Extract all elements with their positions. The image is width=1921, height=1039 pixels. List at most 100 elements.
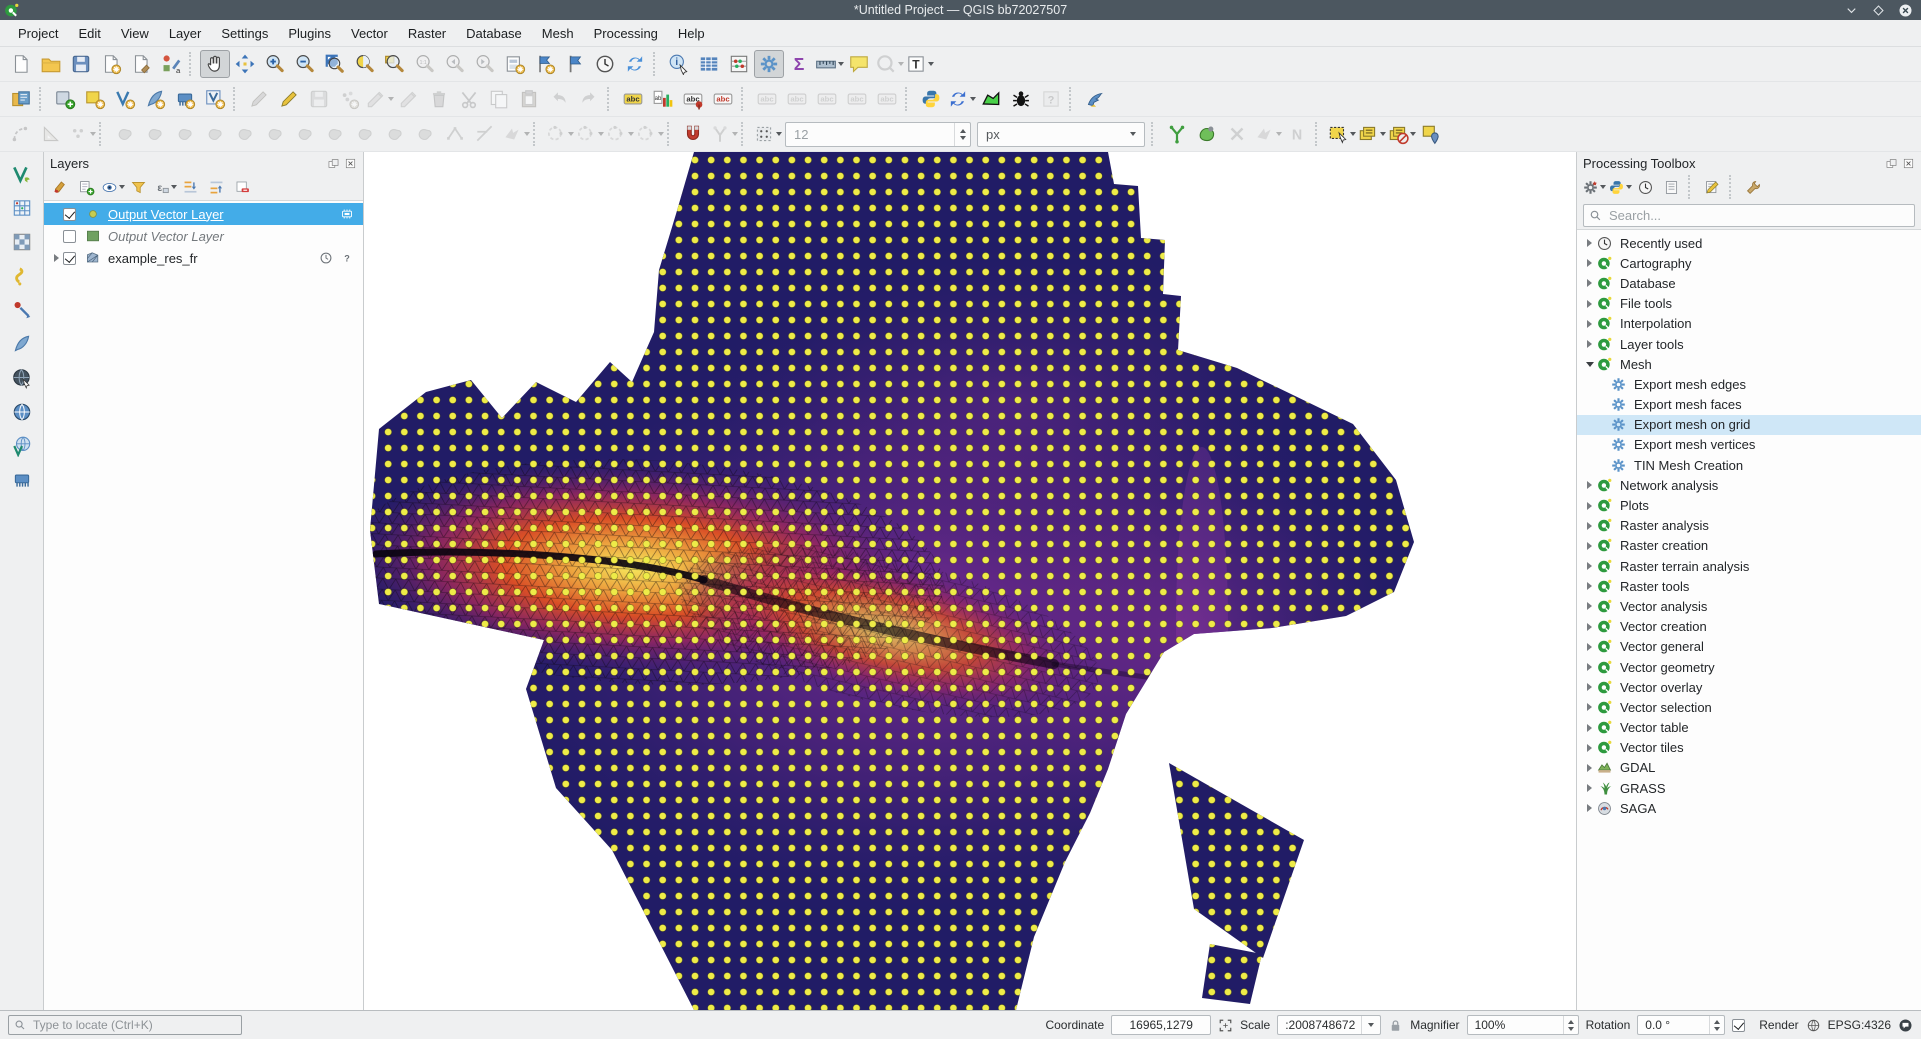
close-icon[interactable] [1898,3,1913,18]
menu-settings[interactable]: Settings [211,23,278,44]
processing-search[interactable] [1583,204,1915,227]
question-indicator[interactable]: ? [340,251,354,265]
chevron-down-icon[interactable] [524,132,530,136]
magnifier-spinbox[interactable]: 100% [1467,1015,1579,1035]
maximize-icon[interactable] [1871,3,1886,18]
crs-globe-icon[interactable] [1806,1018,1821,1033]
collapse-all-button[interactable] [204,176,229,199]
tree-group[interactable]: File tools [1577,294,1921,314]
search-input[interactable] [1607,207,1909,224]
tree-group[interactable]: Vector overlay [1577,677,1921,697]
expand-arrow[interactable] [1583,764,1596,772]
pan-to-selection-button[interactable] [230,50,260,78]
map-tips-button[interactable] [844,50,874,78]
close-panel-icon[interactable] [344,157,357,170]
avoid-overlap-button[interactable] [1192,120,1222,148]
open-project-button[interactable] [36,50,66,78]
select-features-button[interactable] [1326,120,1356,148]
show-sum-features-button[interactable]: Σ [784,50,814,78]
chevron-down-icon[interactable] [171,185,177,189]
extents-icon[interactable] [1218,1018,1233,1033]
enable-tracing-button[interactable] [1162,120,1192,148]
add-gps-layer-button[interactable] [7,296,37,324]
add-mesh-layer-button[interactable] [7,466,37,494]
tree-group[interactable]: Cartography [1577,253,1921,273]
expand-arrow[interactable] [1583,502,1596,510]
chevron-down-icon[interactable] [1600,185,1606,189]
results-viewer-button[interactable] [1659,176,1684,199]
menu-view[interactable]: View [111,23,159,44]
messages-icon[interactable] [1898,1018,1913,1033]
menu-plugins[interactable]: Plugins [278,23,341,44]
plugin-tool-button[interactable] [946,85,976,113]
expand-arrow[interactable] [1583,362,1596,367]
identify-features-button[interactable]: i [664,50,694,78]
models-button[interactable] [1581,176,1606,199]
menu-mesh[interactable]: Mesh [532,23,584,44]
open-layer-styling-button[interactable] [48,176,73,199]
select-by-value-button[interactable] [1356,120,1386,148]
zoom-to-selection-button[interactable] [350,50,380,78]
algorithm-item[interactable]: TIN Mesh Creation [1577,455,1921,475]
algorithm-item[interactable]: Export mesh edges [1577,374,1921,394]
menu-processing[interactable]: Processing [584,23,668,44]
python-console-button[interactable] [916,85,946,113]
show-bookmarks-button[interactable] [560,50,590,78]
expand-all-button[interactable] [178,176,203,199]
temporal-controller-button[interactable] [590,50,620,78]
snapping-unit-combo[interactable]: px [977,122,1145,147]
menu-edit[interactable]: Edit [68,23,110,44]
new-mesh-layer-button[interactable] [170,85,200,113]
tree-group[interactable]: Network analysis [1577,475,1921,495]
crs-label[interactable]: EPSG:4326 [1828,1018,1891,1032]
tree-group[interactable]: GRASS [1577,778,1921,798]
refresh-map-button[interactable] [620,50,650,78]
expand-arrow[interactable] [1583,703,1596,711]
layer-visibility-checkbox[interactable] [63,230,76,243]
osm-polygon-plugin-button[interactable] [976,85,1006,113]
edit-features-in-place-button[interactable] [1700,176,1725,199]
layer-visibility-checkbox[interactable] [63,208,76,221]
add-raster-layer-button[interactable] [7,228,37,256]
new-spatial-bookmark-button[interactable] [530,50,560,78]
add-spatialite-layer-button[interactable] [7,330,37,358]
float-panel-icon[interactable] [1885,157,1898,170]
tree-group[interactable]: Recently used [1577,233,1921,253]
bird-plugin-button[interactable] [1080,85,1110,113]
add-gpx-layer-button[interactable] [7,262,37,290]
map-canvas[interactable] [364,152,1576,1010]
layer-item[interactable]: Output Vector Layer [44,203,363,225]
tree-group[interactable]: Layer tools [1577,334,1921,354]
chevron-down-icon[interactable] [119,185,125,189]
add-wcs-layer-button[interactable] [7,398,37,426]
chevron-down-icon[interactable] [928,62,934,66]
chevron-down-icon[interactable] [970,97,976,101]
tree-group[interactable]: Vector creation [1577,617,1921,637]
expand-arrow[interactable] [1583,259,1596,267]
measure-line-button[interactable] [814,50,844,78]
new-shapefile-layer-button[interactable] [80,85,110,113]
expand-arrow[interactable] [1583,542,1596,550]
layer-diagram-button[interactable]: ab [648,85,678,113]
expand-arrow[interactable] [1583,663,1596,671]
zoom-out-button[interactable] [290,50,320,78]
expand-arrow[interactable] [1583,724,1596,732]
expand-arrow[interactable] [1583,562,1596,570]
expand-arrow[interactable] [1583,320,1596,328]
tree-group[interactable]: Vector general [1577,637,1921,657]
chevron-down-icon[interactable] [628,132,634,136]
filter-by-expression-button[interactable]: ε [152,176,177,199]
menu-database[interactable]: Database [456,23,532,44]
layer-visibility-checkbox[interactable] [63,252,76,265]
expand-arrow[interactable] [1583,623,1596,631]
expand-arrow[interactable] [49,254,63,262]
scripts-button[interactable] [1607,176,1632,199]
save-project-button[interactable] [66,50,96,78]
layer-item[interactable]: Output Vector Layer [44,225,363,247]
chevron-down-icon[interactable] [776,132,782,136]
add-vector-layer-button[interactable] [7,160,37,188]
tree-group[interactable]: Raster analysis [1577,516,1921,536]
enable-snapping-button[interactable] [678,120,708,148]
tree-group[interactable]: GDAL [1577,758,1921,778]
chevron-down-icon[interactable] [90,132,96,136]
